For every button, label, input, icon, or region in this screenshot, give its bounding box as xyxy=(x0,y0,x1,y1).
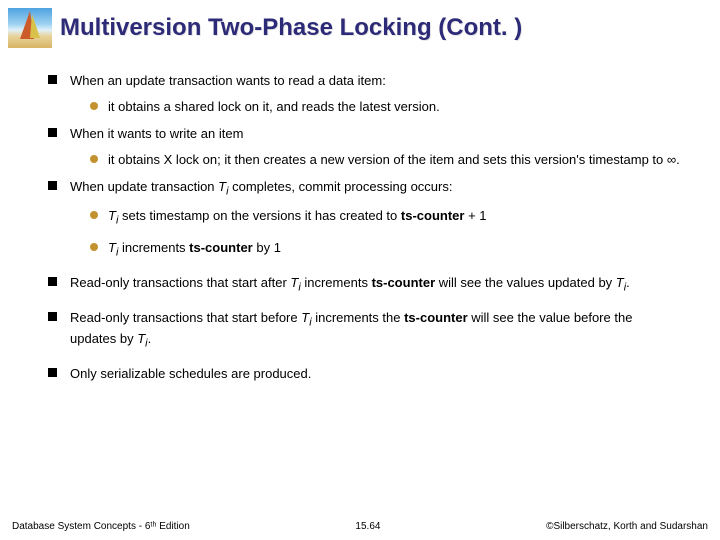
bullet-readonly-before: Read-only transactions that start before… xyxy=(70,309,680,351)
bullet-readonly-after: Read-only transactions that start after … xyxy=(70,274,680,295)
slide-content: When an update transaction wants to read… xyxy=(0,48,720,383)
ts-counter: ts-counter xyxy=(189,240,253,255)
text: . xyxy=(676,152,680,167)
text: increments xyxy=(118,240,189,255)
ts-counter: ts-counter xyxy=(372,275,436,290)
infinity-symbol: ∞ xyxy=(667,152,676,167)
text: it obtains X lock on; it then creates a … xyxy=(108,152,667,167)
t-var: T xyxy=(108,240,116,255)
text: increments xyxy=(301,275,372,290)
subbullet-shared-lock: it obtains a shared lock on it, and read… xyxy=(108,98,680,116)
ts-counter: ts-counter xyxy=(404,310,468,325)
subbullet-increment-counter: Ti increments ts-counter by 1 xyxy=(108,239,680,260)
t-var: T xyxy=(108,208,116,223)
text: completes, commit processing occurs: xyxy=(229,179,453,194)
text: sets timestamp on the versions it has cr… xyxy=(118,208,401,223)
text: by 1 xyxy=(253,240,281,255)
subbullet-x-lock: it obtains X lock on; it then creates a … xyxy=(108,151,680,169)
footer-left: Database System Concepts - 6ᵗʰ Edition xyxy=(12,521,190,532)
logo-icon xyxy=(8,8,52,48)
t-var: T xyxy=(301,310,309,325)
t-var: T xyxy=(137,331,145,346)
text: Read-only transactions that start before xyxy=(70,310,301,325)
text: . xyxy=(626,275,630,290)
text: Read-only transactions that start after xyxy=(70,275,290,290)
bullet-write-item: When it wants to write an item xyxy=(70,125,680,143)
slide-title: Multiversion Two-Phase Locking (Cont. ) xyxy=(60,14,522,42)
slide-footer: Database System Concepts - 6ᵗʰ Edition 1… xyxy=(0,521,720,532)
bullet-serializable: Only serializable schedules are produced… xyxy=(70,365,680,383)
text: increments the xyxy=(312,310,405,325)
text: When update transaction xyxy=(70,179,218,194)
text: will see the values updated by xyxy=(435,275,616,290)
subbullet-set-timestamp: Ti sets timestamp on the versions it has… xyxy=(108,207,680,228)
slide-header: Multiversion Two-Phase Locking (Cont. ) xyxy=(0,0,720,48)
bullet-read-item: When an update transaction wants to read… xyxy=(70,72,680,90)
text: + 1 xyxy=(464,208,486,223)
bullet-commit: When update transaction Ti completes, co… xyxy=(70,178,680,199)
text: . xyxy=(148,331,152,346)
t-var: T xyxy=(218,179,226,194)
ts-counter: ts-counter xyxy=(401,208,465,223)
t-var: T xyxy=(616,275,624,290)
footer-center: 15.64 xyxy=(355,521,380,532)
footer-right: ©Silberschatz, Korth and Sudarshan xyxy=(546,521,708,532)
